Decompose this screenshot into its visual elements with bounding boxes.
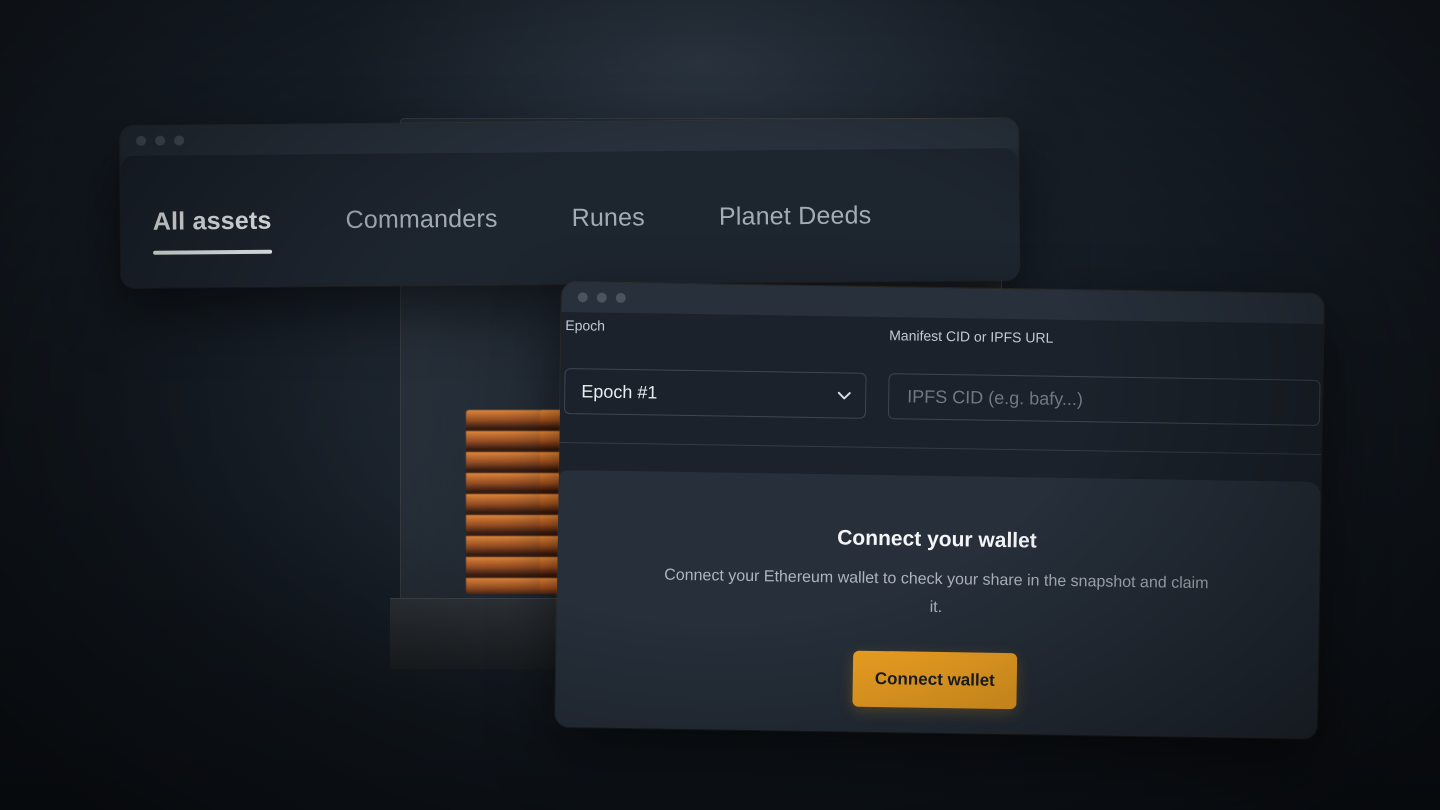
window-control-dot [155,135,166,146]
window-control-dot [596,292,607,303]
asset-tabs: All assets Commanders Runes Planet Deeds [153,201,946,255]
epoch-label: Epoch [565,317,606,334]
wallet-card-title: Connect your wallet [837,526,1037,553]
window-control-dot [577,292,588,303]
asset-tabs-window: All assets Commanders Runes Planet Deeds [120,118,1020,288]
tab-all-assets[interactable]: All assets [153,207,272,255]
epoch-selected-value: Epoch #1 [581,380,658,403]
claim-window: Epoch Epoch #1 Manifest CID or IPFS URL … [555,282,1324,739]
tabs-panel: All assets Commanders Runes Planet Deeds [120,148,1020,288]
vault-marble-base [390,598,560,669]
connect-wallet-card: Connect your wallet Connect your Ethereu… [555,469,1321,739]
epoch-select[interactable]: Epoch #1 [563,368,867,419]
section-divider [559,441,1322,455]
hero-scene: All assets Commanders Runes Planet Deeds… [0,0,1440,810]
window-control-dot [174,135,185,146]
tab-commanders[interactable]: Commanders [345,205,497,253]
tab-planet-deeds[interactable]: Planet Deeds [719,201,872,249]
manifest-cid-input[interactable] [905,384,1304,415]
manifest-input-wrapper [887,373,1321,426]
window-control-dot [136,135,147,146]
manifest-label: Manifest CID or IPFS URL [889,327,1054,346]
connect-wallet-button[interactable]: Connect wallet [852,650,1018,710]
tab-runes[interactable]: Runes [572,203,646,251]
claim-form: Epoch Epoch #1 Manifest CID or IPFS URL … [555,312,1323,739]
wallet-card-description: Connect your Ethereum wallet to check yo… [664,566,1209,617]
window-control-dot [615,292,626,304]
chevron-down-icon [837,391,851,400]
